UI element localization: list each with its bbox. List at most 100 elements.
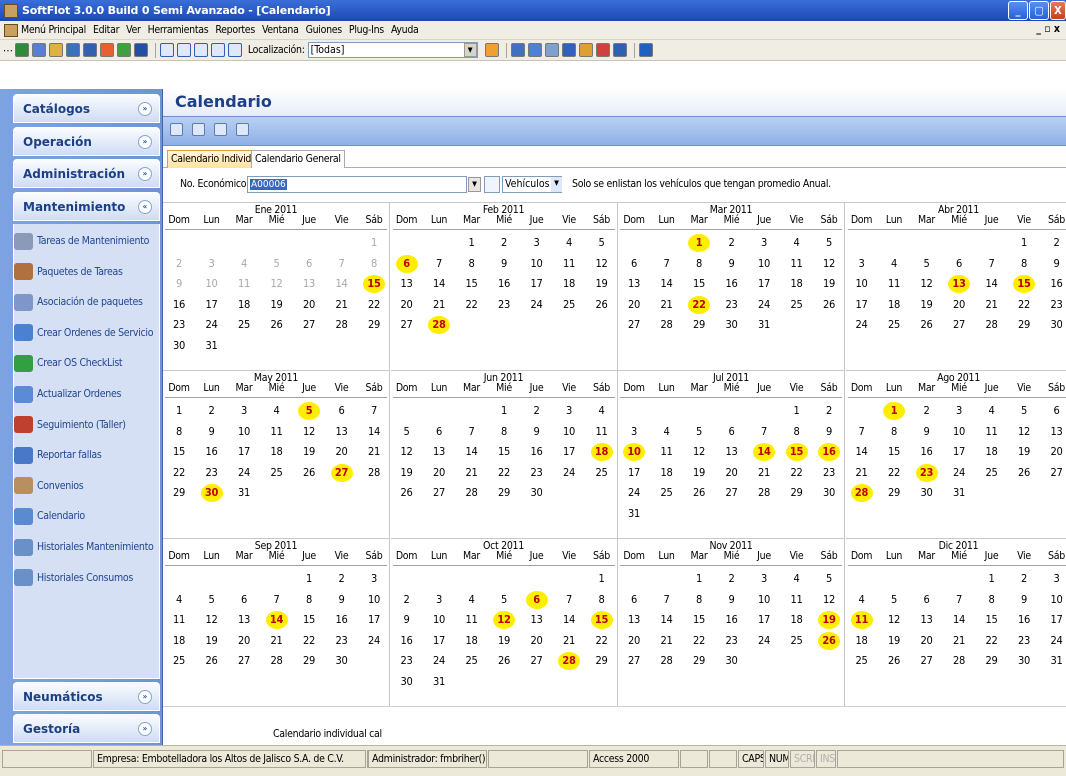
grid-icon[interactable] (484, 176, 500, 193)
calendar-day[interactable]: 24 (748, 631, 780, 651)
sidebar-task-2[interactable]: Paquetes de Tareas (14, 258, 123, 286)
calendar-day[interactable]: 21 (358, 442, 390, 462)
calendar-day[interactable]: 21 (976, 295, 1008, 315)
calendar-day[interactable]: 9 (488, 254, 520, 274)
calendar-day[interactable]: 7 (846, 422, 878, 442)
calendar-day[interactable]: 30 (813, 483, 845, 503)
calendar-day[interactable]: 8 (358, 254, 390, 274)
calendar-day-marked[interactable]: 6 (391, 254, 423, 274)
calendar-day[interactable]: 1 (683, 569, 715, 589)
calendar-day-marked[interactable]: 28 (423, 315, 455, 335)
chevron-down-icon[interactable]: » (138, 689, 152, 704)
calendar-day[interactable]: 12 (878, 610, 910, 630)
calendar-day[interactable]: 18 (651, 463, 683, 483)
calendar-day[interactable]: 19 (586, 274, 618, 294)
calendar-day[interactable]: 27 (1041, 463, 1066, 483)
calendar-day[interactable]: 21 (553, 631, 585, 651)
calendar-day[interactable]: 29 (586, 651, 618, 671)
calendar-day[interactable]: 16 (391, 631, 423, 651)
calendar-day-marked[interactable]: 30 (196, 483, 228, 503)
calendar-day[interactable]: 7 (358, 401, 390, 421)
calendar-day[interactable]: 16 (911, 442, 943, 462)
calendar-day[interactable]: 9 (163, 274, 195, 294)
calendar-day[interactable]: 11 (228, 274, 260, 294)
calendar-day-marked[interactable]: 22 (683, 295, 715, 315)
calendar-day-marked[interactable]: 10 (618, 442, 650, 462)
calendar-day-marked[interactable]: 27 (326, 463, 358, 483)
calendar-day[interactable]: 21 (748, 463, 780, 483)
calendar-day[interactable]: 20 (326, 442, 358, 462)
calendar-day[interactable]: 7 (651, 590, 683, 610)
calendar-day[interactable]: 25 (586, 463, 618, 483)
chevron-up-icon[interactable]: « (138, 199, 152, 214)
toolbar-icon-12[interactable] (210, 43, 225, 57)
calendar-day[interactable]: 13 (326, 422, 358, 442)
calendar-day[interactable]: 9 (521, 422, 553, 442)
calendar-day[interactable]: 14 (423, 274, 455, 294)
calendar-day[interactable]: 18 (878, 295, 910, 315)
calendar-day[interactable]: 10 (423, 610, 455, 630)
calendar-day[interactable]: 7 (423, 254, 455, 274)
calendar-day[interactable]: 10 (196, 274, 228, 294)
calendar-day[interactable]: 15 (488, 442, 520, 462)
calendar-day[interactable]: 16 (163, 295, 195, 315)
calendar-day[interactable]: 29 (683, 651, 715, 671)
calendar-day[interactable]: 3 (846, 254, 878, 274)
calendar-day[interactable]: 4 (586, 401, 618, 421)
close-button[interactable]: X (1050, 1, 1066, 20)
calendar-day[interactable]: 3 (423, 590, 455, 610)
calendar-day[interactable]: 17 (618, 463, 650, 483)
calendar-day[interactable]: 28 (943, 651, 975, 671)
calendar-day[interactable]: 5 (261, 254, 293, 274)
calendar-day-marked[interactable]: 15 (586, 610, 618, 630)
calendar-day[interactable]: 15 (293, 610, 325, 630)
calendar-day[interactable]: 31 (943, 483, 975, 503)
calendar-day[interactable]: 8 (488, 422, 520, 442)
calendar-day[interactable]: 19 (488, 631, 520, 651)
calendar-day[interactable]: 19 (911, 295, 943, 315)
mdi-controls[interactable]: _ ▫ x (1036, 23, 1060, 35)
calendar-day[interactable]: 16 (1041, 274, 1066, 294)
calendar-day[interactable]: 26 (878, 651, 910, 671)
calendar-day[interactable]: 16 (326, 610, 358, 630)
calendar-day[interactable]: 28 (651, 315, 683, 335)
calendar-day[interactable]: 20 (228, 631, 260, 651)
toolbar-icon-10[interactable] (176, 43, 191, 57)
calendar-day-marked[interactable]: 5 (293, 401, 325, 421)
calendar-day[interactable]: 25 (651, 483, 683, 503)
calendar-day[interactable]: 20 (521, 631, 553, 651)
calendar-day[interactable]: 9 (196, 422, 228, 442)
calendar-day[interactable]: 11 (261, 422, 293, 442)
calendar-day[interactable]: 27 (618, 315, 650, 335)
calendar-day[interactable]: 1 (456, 233, 488, 253)
calendar-day[interactable]: 30 (391, 672, 423, 692)
calendar-day[interactable]: 30 (1041, 315, 1066, 335)
calendar-day[interactable]: 9 (1041, 254, 1066, 274)
calendar-day[interactable]: 13 (1041, 422, 1066, 442)
calendar-day[interactable]: 21 (651, 295, 683, 315)
calendar-day[interactable]: 24 (228, 463, 260, 483)
calendar-day[interactable]: 5 (813, 233, 845, 253)
toolbar-icon-18[interactable] (595, 43, 610, 57)
calendar-day[interactable]: 20 (391, 295, 423, 315)
calendar-day[interactable]: 13 (716, 442, 748, 462)
calendar-day-marked[interactable]: 28 (846, 483, 878, 503)
calendar-day[interactable]: 7 (943, 590, 975, 610)
calendar-day[interactable]: 6 (293, 254, 325, 274)
calendar-day[interactable]: 7 (326, 254, 358, 274)
calendar-day[interactable]: 27 (228, 651, 260, 671)
maximize-button[interactable]: ▢ (1029, 1, 1049, 20)
calendar-day[interactable]: 1 (976, 569, 1008, 589)
calendar-day[interactable]: 29 (293, 651, 325, 671)
calendar-day[interactable]: 19 (293, 442, 325, 462)
calendar-day[interactable]: 28 (261, 651, 293, 671)
sidebar-task-8[interactable]: Reportar fallas (14, 441, 102, 469)
calendar-day[interactable]: 7 (261, 590, 293, 610)
calendar-day[interactable]: 1 (781, 401, 813, 421)
calendar-day[interactable]: 1 (293, 569, 325, 589)
calendar-day[interactable]: 3 (358, 569, 390, 589)
sidebar-task-10[interactable]: Calendario (14, 502, 85, 530)
calendar-day[interactable]: 29 (683, 315, 715, 335)
calendar-day[interactable]: 4 (163, 590, 195, 610)
calendar-day[interactable]: 23 (326, 631, 358, 651)
